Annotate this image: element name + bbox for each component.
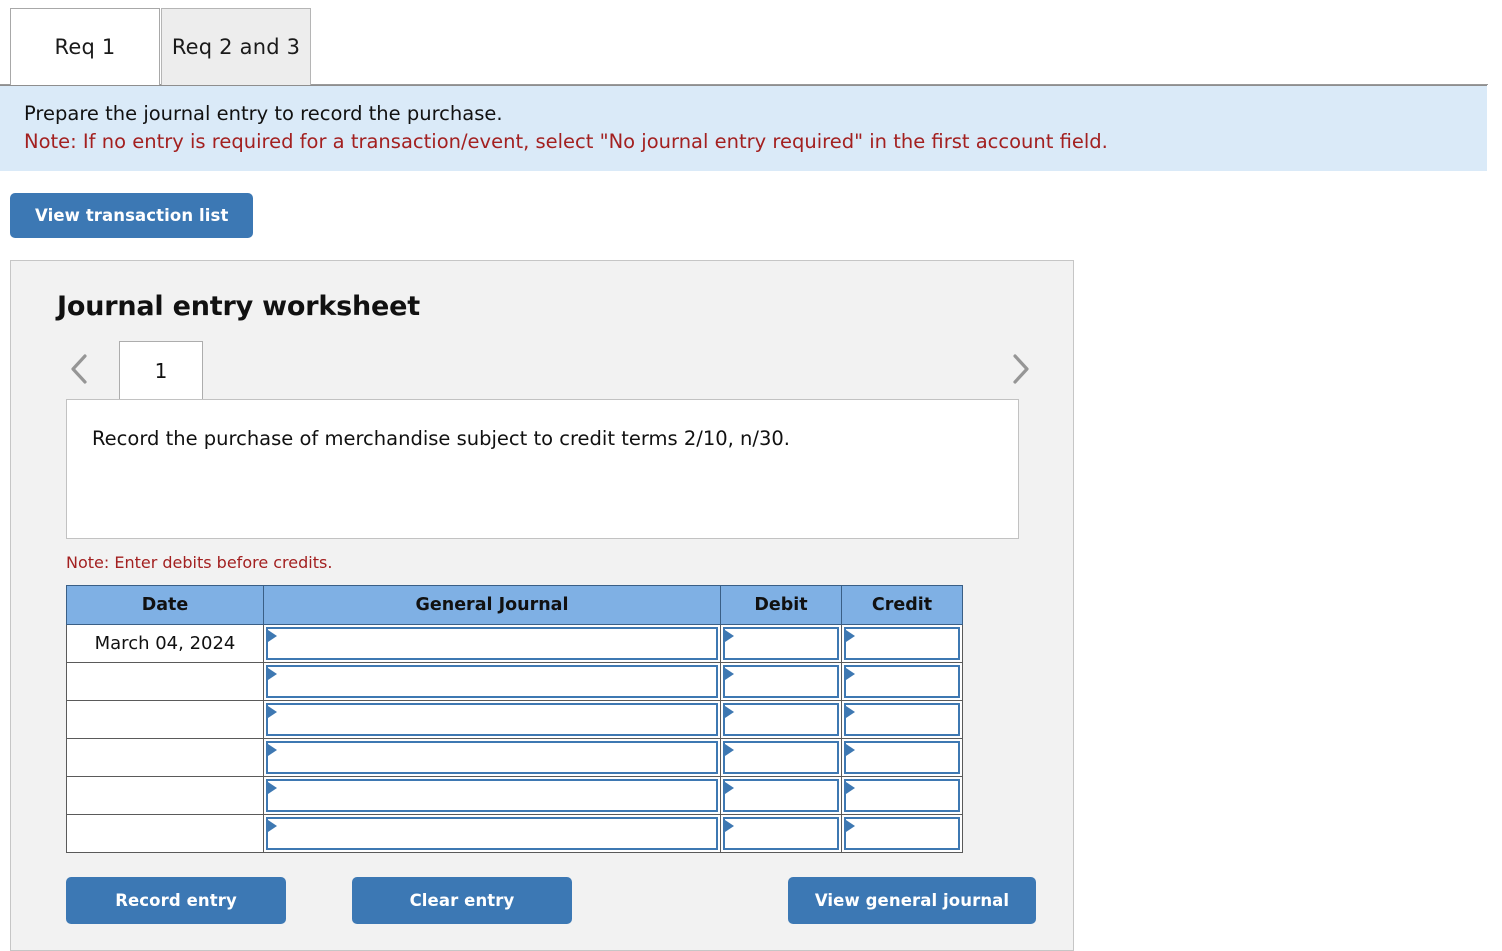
requirement-tab-strip: Req 1 Req 2 and 3 (0, 0, 1502, 85)
cell-credit (841, 738, 963, 777)
account-select-field[interactable] (266, 665, 718, 698)
debit-input-field[interactable] (723, 703, 839, 736)
transaction-description-text: Record the purchase of merchandise subje… (92, 427, 790, 450)
worksheet-pager: 1 (11, 341, 1073, 399)
cell-credit (841, 700, 963, 739)
worksheet-title: Journal entry worksheet (57, 291, 420, 322)
cell-debit (720, 738, 842, 777)
view-transaction-list-button[interactable]: View transaction list (10, 193, 254, 238)
cell-debit (720, 662, 842, 701)
debit-input-field[interactable] (723, 817, 839, 850)
tab-req-2-and-3-label: Req 2 and 3 (171, 35, 301, 59)
record-entry-button[interactable]: Record entry (66, 877, 286, 924)
account-select-field[interactable] (266, 703, 718, 736)
credit-input-field[interactable] (844, 665, 960, 698)
chevron-left-icon[interactable] (59, 349, 99, 389)
clear-entry-button[interactable]: Clear entry (352, 877, 572, 924)
cell-debit (720, 624, 842, 663)
column-header-credit: Credit (841, 585, 963, 625)
cell-debit (720, 700, 842, 739)
cell-general-journal (263, 776, 721, 815)
table-row: March 04, 2024 (66, 624, 963, 663)
table-row (66, 700, 963, 739)
credit-input-field[interactable] (844, 817, 960, 850)
cell-date[interactable] (66, 738, 264, 777)
debit-input-field[interactable] (723, 779, 839, 812)
cell-date[interactable] (66, 700, 264, 739)
cell-general-journal (263, 738, 721, 777)
cell-general-journal (263, 624, 721, 663)
table-row (66, 662, 963, 701)
table-row (66, 738, 963, 777)
worksheet-page-tab-1[interactable]: 1 (119, 341, 203, 399)
transaction-description-panel: Record the purchase of merchandise subje… (66, 399, 1019, 539)
tab-req-1-label: Req 1 (54, 35, 116, 59)
journal-table-wrapper: Date General Journal Debit Credit March … (66, 585, 963, 853)
cell-debit (720, 776, 842, 815)
credit-input-field[interactable] (844, 779, 960, 812)
cell-general-journal (263, 662, 721, 701)
account-select-field[interactable] (266, 817, 718, 850)
cell-credit (841, 662, 963, 701)
account-select-field[interactable] (266, 779, 718, 812)
cell-credit (841, 624, 963, 663)
chevron-right-icon[interactable] (1001, 349, 1041, 389)
column-header-general-journal: General Journal (263, 585, 721, 625)
cell-date[interactable] (66, 814, 264, 853)
credit-input-field[interactable] (844, 627, 960, 660)
table-row (66, 814, 963, 853)
worksheet-page-number: 1 (154, 358, 168, 383)
debit-input-field[interactable] (723, 741, 839, 774)
account-select-field[interactable] (266, 627, 718, 660)
journal-entry-worksheet-panel: Journal entry worksheet 1 Record the pur… (10, 260, 1074, 951)
debits-before-credits-note: Note: Enter debits before credits. (66, 553, 333, 572)
tab-req-1[interactable]: Req 1 (10, 8, 160, 85)
tab-req-2-and-3[interactable]: Req 2 and 3 (161, 8, 311, 85)
cell-credit (841, 776, 963, 815)
cell-general-journal (263, 700, 721, 739)
debit-input-field[interactable] (723, 627, 839, 660)
debit-input-field[interactable] (723, 665, 839, 698)
toolbar: View transaction list (0, 171, 1502, 238)
journal-entry-table: Date General Journal Debit Credit March … (66, 585, 963, 853)
cell-date[interactable]: March 04, 2024 (66, 624, 264, 663)
account-select-field[interactable] (266, 741, 718, 774)
column-header-date: Date (66, 585, 264, 625)
cell-debit (720, 814, 842, 853)
cell-date[interactable] (66, 776, 264, 815)
cell-credit (841, 814, 963, 853)
worksheet-action-bar: Record entry Clear entry View general jo… (66, 877, 1041, 925)
cell-general-journal (263, 814, 721, 853)
table-row (66, 776, 963, 815)
credit-input-field[interactable] (844, 703, 960, 736)
credit-input-field[interactable] (844, 741, 960, 774)
instruction-banner: Prepare the journal entry to record the … (0, 85, 1487, 171)
cell-date[interactable] (66, 662, 264, 701)
instruction-text: Prepare the journal entry to record the … (24, 102, 503, 125)
journal-table-header-row: Date General Journal Debit Credit (66, 585, 963, 625)
column-header-debit: Debit (720, 585, 842, 625)
instruction-note: Note: If no entry is required for a tran… (24, 130, 1108, 153)
view-general-journal-button[interactable]: View general journal (788, 877, 1036, 924)
